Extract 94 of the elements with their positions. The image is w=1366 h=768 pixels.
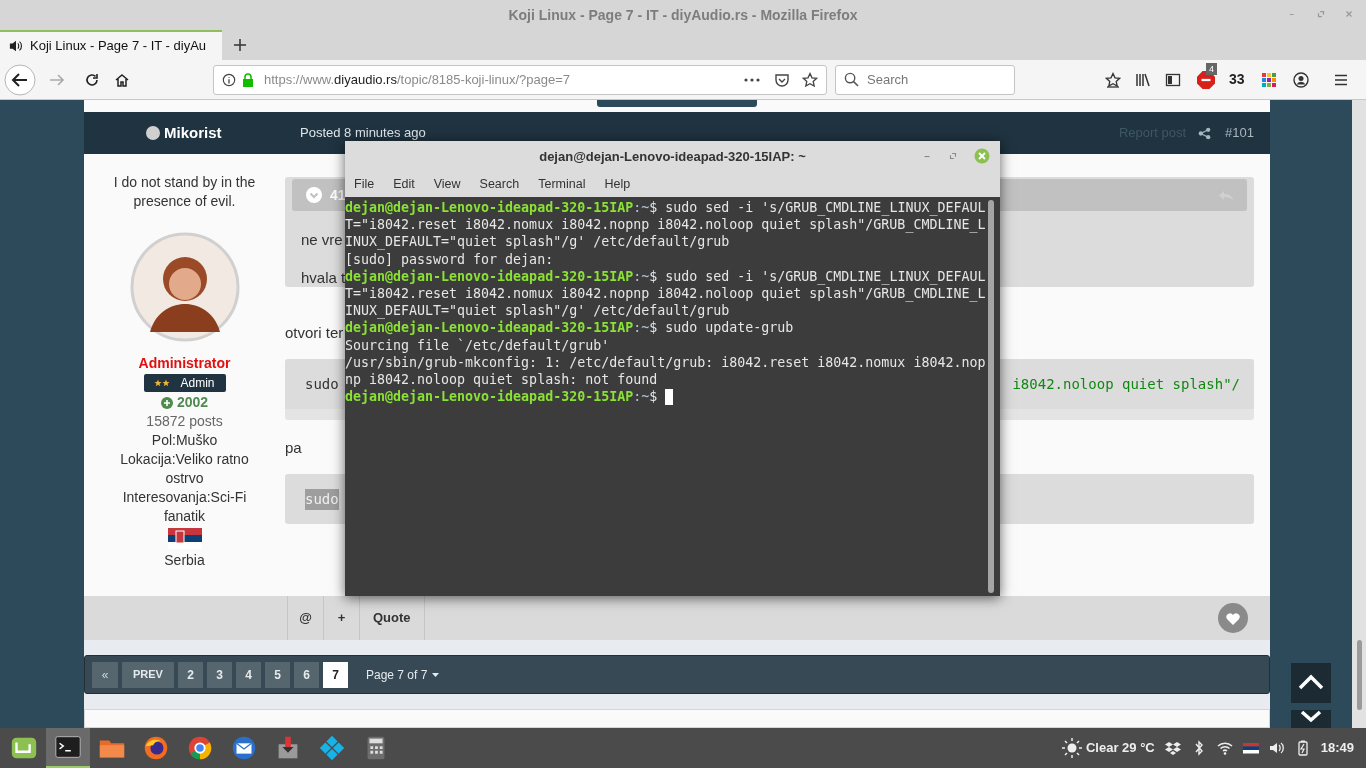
code-text: sudo [305,488,339,510]
menu-item[interactable]: View [433,175,461,194]
quote-count: 41 [330,185,346,203]
diamond-logo-icon [317,733,347,763]
share-icon[interactable] [1198,126,1212,140]
terminal-line: dejan@dejan-Lenovo-ideapad-320-15IAP:~$ sudo update-grub [345,319,794,337]
account-icon[interactable] [1292,71,1309,88]
country-name: Serbia [164,551,205,571]
scrollbar[interactable] [1352,100,1366,728]
flag-icon[interactable] [1242,740,1259,756]
dropbox-icon[interactable] [1164,740,1181,756]
url-text: https://www.diyaudio.rs/topic/8185-koji-linux/?page=7 [264,70,571,89]
author-name[interactable]: Mikorist [164,121,286,145]
new-tab-icon[interactable] [232,37,248,53]
count-badge: 4 [1206,62,1217,75]
browser-tab[interactable]: Koji Linux - Page 7 - IT - diyAu [0,30,222,60]
tab-title: Koji Linux - Page 7 - IT - diyAu [30,37,207,56]
menu-item[interactable]: Search [479,175,520,194]
wifi-icon[interactable] [1216,740,1233,756]
menu-item[interactable]: Edit [393,175,415,194]
page-select[interactable]: Page 7 of 7 [365,665,440,684]
weather-text[interactable]: Clear 29 °C [1085,738,1155,758]
clock-text[interactable]: 18:49 [1320,738,1354,758]
more-icon[interactable] [744,76,760,83]
page-button[interactable]: 2 [177,661,203,688]
page-button[interactable]: 5 [264,661,290,688]
code-text: i8042.noloop quiet splash"/ [1012,374,1240,394]
quote-text: ne vre [300,230,343,250]
terminal-line: dejan@dejan-Lenovo-ideapad-320-15IAP:~$ sudo sed -i 's/GRUB_CMDLINE_LINUX_DEFAUL [345,200,986,217]
terminal-line: T="i8042.reset i8042.nomux i8042.nopnp i8042.noloop quiet splash"/GRUB_CMDLINE_L [345,216,986,234]
window-title: Koji Linux - Page 7 - IT - diyAudio.rs - Mozilla Firefox [508,5,858,25]
info-icon[interactable] [222,72,236,87]
terminal-line: np i8042.noloop quiet splash: not found [345,371,658,389]
scroll-down-button[interactable] [1291,710,1331,728]
address-bar[interactable]: https://www.diyaudio.rs/topic/8185-koji-linux/?page=7 [213,64,827,95]
menu-item[interactable]: Terminal [538,175,586,194]
profile-field: Lokacija:Veliko ratno ostrvo [109,450,260,489]
home-icon[interactable] [114,71,130,88]
page-button[interactable]: 6 [293,661,319,688]
quote-text: hvala t [300,268,346,287]
star-icon [162,379,171,388]
terminal-line: INUX_DEFAULT="quiet splash"/g' /etc/default/grub [345,302,730,320]
apps-grid-icon[interactable] [1260,71,1277,88]
signature-text: I do not stand by in the presence of evil. [112,173,257,212]
terminal-line: dejan@dejan-Lenovo-ideapad-320-15IAP:~$ sudo sed -i 's/GRUB_CMDLINE_LINUX_DEFAUL [345,267,986,285]
page-button[interactable]: 4 [235,661,261,688]
terminal-line: INUX_DEFAULT="quiet splash"/g' /etc/default/grub [345,233,730,251]
scrollbar-thumb[interactable] [1357,640,1362,710]
star-icon[interactable] [802,71,818,88]
lock-icon [242,72,254,87]
maximize-icon[interactable] [948,151,958,161]
menu-item[interactable]: Help [604,175,631,194]
status-dot-icon [146,126,160,141]
action-button[interactable]: @ [287,596,323,641]
terminal-title: dejan@dejan-Lenovo-ideapad-320-15IAP: ~ [539,147,806,166]
terminal-line: /usr/sbin/grub-mkconfig: 1: /etc/default/grub: i8042.reset i8042.nomux i8042.nop [345,353,986,372]
reputation-count: 2002 [176,393,209,413]
rank-label: Admin [180,374,215,392]
terminal-scrollbar[interactable] [988,200,994,593]
scroll-up-button[interactable] [1291,663,1331,703]
caret-icon [432,672,440,677]
profile-field: Pol:Muško [109,431,260,451]
library-icon[interactable] [1135,71,1151,88]
pocket-icon[interactable] [774,71,790,88]
search-input[interactable]: Search [867,69,997,90]
first-page-button[interactable]: « [92,661,118,688]
reload-icon[interactable] [84,71,100,88]
post-count: 15872 posts [146,412,223,432]
speaker-icon[interactable] [8,39,24,53]
sun-icon[interactable] [1061,738,1082,758]
role-title: Administrator [138,354,231,374]
back-icon[interactable] [4,63,36,96]
profile-field: Interesovanja:Sci-Fi fanatik [109,488,260,527]
post-number[interactable]: #101 [1225,123,1254,143]
post-text: otvori ter [285,323,344,343]
terminal-line: T="i8042.reset i8042.nomux i8042.nopnp i8042.noloop quiet splash"/GRUB_CMDLINE_L [345,285,986,303]
page-button[interactable]: 3 [206,661,232,688]
prev-button[interactable]: PREV [122,661,174,688]
page-button[interactable]: 7 [322,661,348,688]
post-time: Posted 8 minutes ago [300,124,426,143]
volume-icon[interactable] [1268,740,1285,756]
terminal-line: dejan@dejan-Lenovo-ideapad-320-15IAP:~$ [345,388,674,406]
terminal-line: Sourcing file `/etc/default/grub' [345,336,610,354]
plus-circle-icon [160,396,173,409]
counter-text: 33 [1229,70,1245,89]
sidebar-icon[interactable] [1165,71,1181,88]
search-field[interactable]: Search [835,64,1015,95]
menu-item[interactable]: File [354,175,375,194]
star-icon [154,379,163,388]
taskbar-button[interactable] [46,728,90,768]
post-text: pa [285,438,302,458]
search-icon [844,72,859,87]
terminal-line: [sudo] password for dejan: [345,250,554,268]
code-text: sudo [305,374,339,394]
